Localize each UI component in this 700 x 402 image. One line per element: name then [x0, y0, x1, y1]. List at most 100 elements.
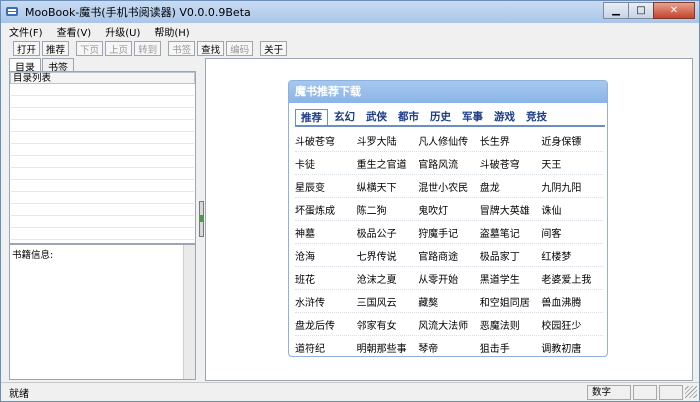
- book-link[interactable]: 盘龙后传: [295, 317, 357, 332]
- tab-category[interactable]: 武侠: [361, 109, 392, 125]
- book-link[interactable]: 黑道学生: [480, 271, 542, 286]
- bookmark-button[interactable]: 书签: [168, 41, 196, 56]
- book-link[interactable]: 盗墓笔记: [480, 225, 542, 240]
- tab-category[interactable]: 历史: [425, 109, 456, 125]
- toolbar: 打开 推荐 下页 上页 转到 书签 查找 编码 关于: [1, 40, 699, 57]
- book-link[interactable]: 神墓: [295, 225, 357, 240]
- goto-button[interactable]: 转到: [134, 41, 162, 56]
- book-link[interactable]: 纵横天下: [357, 179, 419, 194]
- book-row: 卡徒 重生之官道 官路风流 斗破苍穹 天王: [295, 152, 603, 175]
- title-bar[interactable]: MooBook-魔书(手机书阅读器) V0.0.0.9Beta ▁ □ ✕: [1, 1, 699, 23]
- tab-category[interactable]: 都市: [393, 109, 424, 125]
- book-link[interactable]: 狩魔手记: [418, 225, 480, 240]
- tab-category[interactable]: 玄幻: [329, 109, 360, 125]
- window-controls: ▁ □ ✕: [603, 2, 695, 19]
- book-link[interactable]: 卡徒: [295, 156, 357, 171]
- book-link[interactable]: 混世小农民: [418, 179, 480, 194]
- category-tabs: 推荐 玄幻 武侠 都市 历史 军事 游戏 竞技: [295, 109, 605, 127]
- book-info-scrollbar[interactable]: [183, 245, 195, 379]
- book-app-icon: [5, 6, 21, 18]
- book-link[interactable]: 盘龙: [480, 179, 542, 194]
- tab-category[interactable]: 推荐: [295, 109, 328, 125]
- book-link[interactable]: 坏蛋炼成: [295, 202, 357, 217]
- recommend-button[interactable]: 推荐: [42, 41, 70, 56]
- book-link[interactable]: 陈二狗: [357, 202, 419, 217]
- book-link[interactable]: 水浒传: [295, 294, 357, 309]
- prev-page-button[interactable]: 上页: [105, 41, 133, 56]
- tab-bookmarks[interactable]: 书签: [42, 58, 74, 74]
- minimize-button[interactable]: ▁: [603, 2, 629, 19]
- book-link[interactable]: 官路商途: [418, 248, 480, 263]
- menu-view[interactable]: 查看(V): [57, 24, 92, 39]
- book-link[interactable]: 重生之官道: [357, 156, 419, 171]
- book-link[interactable]: 斗破苍穹: [295, 133, 357, 148]
- tab-contents[interactable]: 目录: [9, 58, 41, 74]
- about-button[interactable]: 关于: [260, 41, 288, 56]
- book-link[interactable]: 琴帝: [418, 340, 480, 355]
- book-link[interactable]: 沧沫之夏: [357, 271, 419, 286]
- app-window: MooBook-魔书(手机书阅读器) V0.0.0.9Beta ▁ □ ✕ 文件…: [0, 0, 700, 402]
- tab-category[interactable]: 游戏: [489, 109, 520, 125]
- book-row: 斗破苍穹 斗罗大陆 凡人修仙传 长生界 近身保镖: [295, 129, 603, 152]
- book-link[interactable]: 班花: [295, 271, 357, 286]
- book-link[interactable]: 调教初唐: [541, 340, 603, 355]
- book-grid: 斗破苍穹 斗罗大陆 凡人修仙传 长生界 近身保镖 卡徒 重生之官道 官路风流 斗破苍穹 天王 星辰变…: [295, 129, 603, 356]
- book-link[interactable]: 凡人修仙传: [418, 133, 480, 148]
- menu-file[interactable]: 文件(F): [9, 24, 43, 39]
- book-link[interactable]: 道符纪: [295, 340, 357, 355]
- book-link[interactable]: 狙击手: [480, 340, 542, 355]
- menu-upgrade[interactable]: 升级(U): [105, 24, 140, 39]
- book-row: 水浒传 三国风云 藏獒 和空姐同居 兽血沸腾: [295, 290, 603, 313]
- book-link[interactable]: 老婆爱上我: [541, 271, 603, 286]
- left-panel: 目录 书签 目录列表 书籍信息:: [9, 58, 196, 381]
- status-cell: [659, 384, 683, 400]
- tab-category[interactable]: 军事: [457, 109, 488, 125]
- book-link[interactable]: 七界传说: [357, 248, 419, 263]
- panel-splitter[interactable]: [199, 201, 204, 237]
- book-link[interactable]: 校园狂少: [541, 317, 603, 332]
- contents-list-rows: [11, 84, 194, 242]
- book-link[interactable]: 诛仙: [541, 202, 603, 217]
- book-link[interactable]: 斗罗大陆: [357, 133, 419, 148]
- book-link[interactable]: 官路风流: [418, 156, 480, 171]
- book-link[interactable]: 沧海: [295, 248, 357, 263]
- window-title: MooBook-魔书(手机书阅读器) V0.0.0.9Beta: [25, 6, 251, 19]
- book-link[interactable]: 极品公子: [357, 225, 419, 240]
- book-link[interactable]: 长生界: [480, 133, 542, 148]
- encoding-button[interactable]: 编码: [226, 41, 254, 56]
- book-info-box[interactable]: 书籍信息:: [9, 244, 196, 380]
- book-link[interactable]: 冒牌大英雄: [480, 202, 542, 217]
- menu-bar: 文件(F) 查看(V) 升级(U) 帮助(H): [1, 23, 699, 39]
- book-link[interactable]: 星辰变: [295, 179, 357, 194]
- resize-grip-icon[interactable]: [685, 386, 697, 398]
- status-bar: 就绪 数字: [1, 382, 699, 401]
- book-link[interactable]: 藏獒: [418, 294, 480, 309]
- open-button[interactable]: 打开: [13, 41, 41, 56]
- book-link[interactable]: 鬼吹灯: [418, 202, 480, 217]
- book-link[interactable]: 三国风云: [357, 294, 419, 309]
- book-link[interactable]: 间客: [541, 225, 603, 240]
- book-link[interactable]: 兽血沸腾: [541, 294, 603, 309]
- close-button[interactable]: ✕: [653, 2, 695, 19]
- book-link[interactable]: 斗破苍穹: [480, 156, 542, 171]
- book-link[interactable]: 九阴九阳: [541, 179, 603, 194]
- find-button[interactable]: 查找: [197, 41, 225, 56]
- tab-category[interactable]: 竞技: [521, 109, 552, 125]
- contents-list[interactable]: 目录列表: [9, 71, 196, 244]
- book-link[interactable]: 近身保镖: [541, 133, 603, 148]
- maximize-button[interactable]: □: [628, 2, 654, 19]
- next-page-button[interactable]: 下页: [76, 41, 104, 56]
- book-link[interactable]: 天王: [541, 156, 603, 171]
- book-link[interactable]: 从零开始: [418, 271, 480, 286]
- menu-help[interactable]: 帮助(H): [154, 24, 189, 39]
- book-link[interactable]: 风流大法师: [418, 317, 480, 332]
- book-link[interactable]: 和空姐同居: [480, 294, 542, 309]
- book-link[interactable]: 恶魔法则: [480, 317, 542, 332]
- close-icon: ✕: [669, 5, 679, 16]
- book-link[interactable]: 红楼梦: [541, 248, 603, 263]
- book-link[interactable]: 极品家丁: [480, 248, 542, 263]
- book-link[interactable]: 明朝那些事: [357, 340, 419, 355]
- book-link[interactable]: 邻家有女: [357, 317, 419, 332]
- contents-list-header[interactable]: 目录列表: [10, 72, 195, 84]
- book-row: 星辰变 纵横天下 混世小农民 盘龙 九阴九阳: [295, 175, 603, 198]
